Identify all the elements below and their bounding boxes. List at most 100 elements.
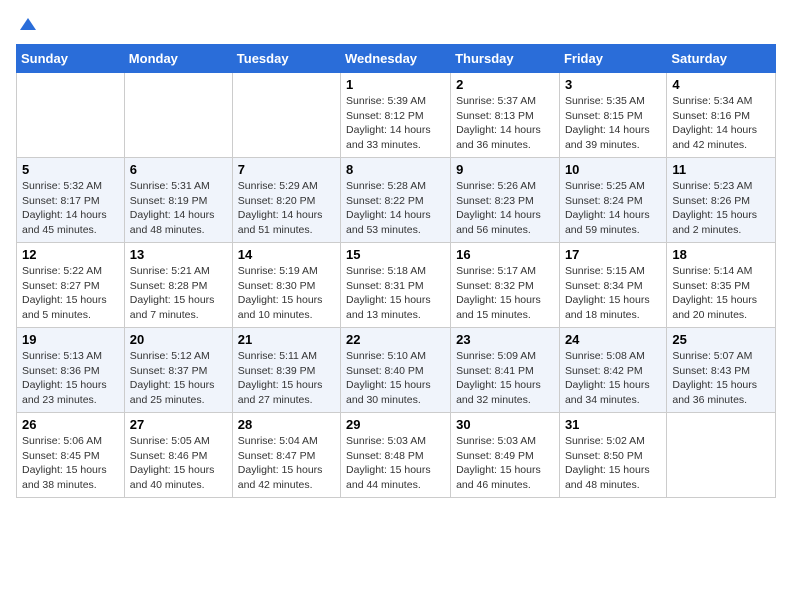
day-of-week-header: Friday — [559, 45, 666, 73]
calendar-cell — [124, 73, 232, 158]
day-info: Sunrise: 5:08 AM Sunset: 8:42 PM Dayligh… — [565, 349, 661, 408]
day-info: Sunrise: 5:31 AM Sunset: 8:19 PM Dayligh… — [130, 179, 227, 238]
calendar-cell: 31Sunrise: 5:02 AM Sunset: 8:50 PM Dayli… — [559, 413, 666, 498]
calendar-cell: 26 Sunrise: 5:06 AM Sunset: 8:45 PM Dayli… — [17, 413, 125, 498]
day-info: Sunrise: 5:18 AM Sunset: 8:31 PM Dayligh… — [346, 264, 445, 323]
day-number: 4 — [672, 77, 770, 92]
day-number: 27 — [130, 417, 227, 432]
day-info: Sunrise: 5:03 AM Sunset: 8:48 PM Dayligh… — [346, 434, 445, 493]
day-number: 12 — [22, 247, 119, 262]
day-of-week-header: Saturday — [667, 45, 776, 73]
calendar-cell — [667, 413, 776, 498]
calendar-cell: 27 Sunrise: 5:05 AM Sunset: 8:46 PM Dayli… — [124, 413, 232, 498]
day-info: Sunrise: 5:26 AM Sunset: 8:23 PM Dayligh… — [456, 179, 554, 238]
calendar-cell: 3 Sunrise: 5:35 AM Sunset: 8:15 PM Daylig… — [559, 73, 666, 158]
day-number: 14 — [238, 247, 335, 262]
day-info: Sunrise: 5:35 AM Sunset: 8:15 PM Dayligh… — [565, 94, 661, 153]
day-info: Sunrise: 5:28 AM Sunset: 8:22 PM Dayligh… — [346, 179, 445, 238]
calendar-table: SundayMondayTuesdayWednesdayThursdayFrid… — [16, 44, 776, 498]
calendar-cell: 24 Sunrise: 5:08 AM Sunset: 8:42 PM Dayli… — [559, 328, 666, 413]
calendar-cell: 22 Sunrise: 5:10 AM Sunset: 8:40 PM Dayli… — [341, 328, 451, 413]
calendar-cell — [17, 73, 125, 158]
day-info: Sunrise: 5:19 AM Sunset: 8:30 PM Dayligh… — [238, 264, 335, 323]
calendar-week-row: 26 Sunrise: 5:06 AM Sunset: 8:45 PM Dayli… — [17, 413, 776, 498]
day-number: 20 — [130, 332, 227, 347]
calendar-cell: 9 Sunrise: 5:26 AM Sunset: 8:23 PM Daylig… — [451, 158, 560, 243]
calendar-cell: 18 Sunrise: 5:14 AM Sunset: 8:35 PM Dayli… — [667, 243, 776, 328]
day-info: Sunrise: 5:25 AM Sunset: 8:24 PM Dayligh… — [565, 179, 661, 238]
day-number: 24 — [565, 332, 661, 347]
day-of-week-header: Monday — [124, 45, 232, 73]
day-number: 17 — [565, 247, 661, 262]
day-number: 3 — [565, 77, 661, 92]
calendar-cell: 12 Sunrise: 5:22 AM Sunset: 8:27 PM Dayli… — [17, 243, 125, 328]
day-info: Sunrise: 5:10 AM Sunset: 8:40 PM Dayligh… — [346, 349, 445, 408]
day-of-week-header: Sunday — [17, 45, 125, 73]
day-number: 25 — [672, 332, 770, 347]
day-number: 22 — [346, 332, 445, 347]
day-number: 7 — [238, 162, 335, 177]
day-number: 23 — [456, 332, 554, 347]
day-info: Sunrise: 5:39 AM Sunset: 8:12 PM Dayligh… — [346, 94, 445, 153]
day-info: Sunrise: 5:07 AM Sunset: 8:43 PM Dayligh… — [672, 349, 770, 408]
day-of-week-header: Wednesday — [341, 45, 451, 73]
day-number: 30 — [456, 417, 554, 432]
calendar-cell: 2 Sunrise: 5:37 AM Sunset: 8:13 PM Daylig… — [451, 73, 560, 158]
day-info: Sunrise: 5:17 AM Sunset: 8:32 PM Dayligh… — [456, 264, 554, 323]
logo — [16, 16, 38, 34]
calendar-cell: 7 Sunrise: 5:29 AM Sunset: 8:20 PM Daylig… — [232, 158, 340, 243]
calendar-cell: 8 Sunrise: 5:28 AM Sunset: 8:22 PM Daylig… — [341, 158, 451, 243]
day-info: Sunrise: 5:04 AM Sunset: 8:47 PM Dayligh… — [238, 434, 335, 493]
day-info: Sunrise: 5:37 AM Sunset: 8:13 PM Dayligh… — [456, 94, 554, 153]
day-info: Sunrise: 5:32 AM Sunset: 8:17 PM Dayligh… — [22, 179, 119, 238]
calendar-cell: 11 Sunrise: 5:23 AM Sunset: 8:26 PM Dayli… — [667, 158, 776, 243]
day-number: 2 — [456, 77, 554, 92]
calendar-cell: 23 Sunrise: 5:09 AM Sunset: 8:41 PM Dayli… — [451, 328, 560, 413]
day-number: 8 — [346, 162, 445, 177]
day-info: Sunrise: 5:12 AM Sunset: 8:37 PM Dayligh… — [130, 349, 227, 408]
calendar-cell: 14 Sunrise: 5:19 AM Sunset: 8:30 PM Dayli… — [232, 243, 340, 328]
calendar-week-row: 1Sunrise: 5:39 AM Sunset: 8:12 PM Daylig… — [17, 73, 776, 158]
calendar-cell: 28 Sunrise: 5:04 AM Sunset: 8:47 PM Dayli… — [232, 413, 340, 498]
calendar-cell: 25 Sunrise: 5:07 AM Sunset: 8:43 PM Dayli… — [667, 328, 776, 413]
day-info: Sunrise: 5:05 AM Sunset: 8:46 PM Dayligh… — [130, 434, 227, 493]
calendar-cell: 21Sunrise: 5:11 AM Sunset: 8:39 PM Dayli… — [232, 328, 340, 413]
day-number: 11 — [672, 162, 770, 177]
day-info: Sunrise: 5:34 AM Sunset: 8:16 PM Dayligh… — [672, 94, 770, 153]
calendar-cell: 10 Sunrise: 5:25 AM Sunset: 8:24 PM Dayli… — [559, 158, 666, 243]
day-info: Sunrise: 5:03 AM Sunset: 8:49 PM Dayligh… — [456, 434, 554, 493]
day-info: Sunrise: 5:22 AM Sunset: 8:27 PM Dayligh… — [22, 264, 119, 323]
calendar-cell: 13 Sunrise: 5:21 AM Sunset: 8:28 PM Dayli… — [124, 243, 232, 328]
calendar-cell: 4 Sunrise: 5:34 AM Sunset: 8:16 PM Daylig… — [667, 73, 776, 158]
day-info: Sunrise: 5:23 AM Sunset: 8:26 PM Dayligh… — [672, 179, 770, 238]
day-number: 9 — [456, 162, 554, 177]
calendar-week-row: 5 Sunrise: 5:32 AM Sunset: 8:17 PM Daylig… — [17, 158, 776, 243]
calendar-cell: 29Sunrise: 5:03 AM Sunset: 8:48 PM Dayli… — [341, 413, 451, 498]
calendar-cell: 17 Sunrise: 5:15 AM Sunset: 8:34 PM Dayli… — [559, 243, 666, 328]
calendar-week-row: 19Sunrise: 5:13 AM Sunset: 8:36 PM Dayli… — [17, 328, 776, 413]
day-info: Sunrise: 5:09 AM Sunset: 8:41 PM Dayligh… — [456, 349, 554, 408]
calendar-cell: 1Sunrise: 5:39 AM Sunset: 8:12 PM Daylig… — [341, 73, 451, 158]
page-header — [16, 16, 776, 34]
day-number: 15 — [346, 247, 445, 262]
day-number: 13 — [130, 247, 227, 262]
day-number: 21 — [238, 332, 335, 347]
day-number: 6 — [130, 162, 227, 177]
logo-icon — [18, 16, 38, 36]
day-info: Sunrise: 5:29 AM Sunset: 8:20 PM Dayligh… — [238, 179, 335, 238]
day-number: 5 — [22, 162, 119, 177]
day-info: Sunrise: 5:21 AM Sunset: 8:28 PM Dayligh… — [130, 264, 227, 323]
calendar-cell: 19Sunrise: 5:13 AM Sunset: 8:36 PM Dayli… — [17, 328, 125, 413]
day-number: 10 — [565, 162, 661, 177]
day-number: 28 — [238, 417, 335, 432]
day-number: 18 — [672, 247, 770, 262]
calendar-cell — [232, 73, 340, 158]
day-info: Sunrise: 5:14 AM Sunset: 8:35 PM Dayligh… — [672, 264, 770, 323]
day-info: Sunrise: 5:06 AM Sunset: 8:45 PM Dayligh… — [22, 434, 119, 493]
calendar-cell: 6 Sunrise: 5:31 AM Sunset: 8:19 PM Daylig… — [124, 158, 232, 243]
calendar-cell: 20 Sunrise: 5:12 AM Sunset: 8:37 PM Dayli… — [124, 328, 232, 413]
day-number: 26 — [22, 417, 119, 432]
calendar-cell: 30 Sunrise: 5:03 AM Sunset: 8:49 PM Dayli… — [451, 413, 560, 498]
day-info: Sunrise: 5:15 AM Sunset: 8:34 PM Dayligh… — [565, 264, 661, 323]
calendar-cell: 16Sunrise: 5:17 AM Sunset: 8:32 PM Dayli… — [451, 243, 560, 328]
